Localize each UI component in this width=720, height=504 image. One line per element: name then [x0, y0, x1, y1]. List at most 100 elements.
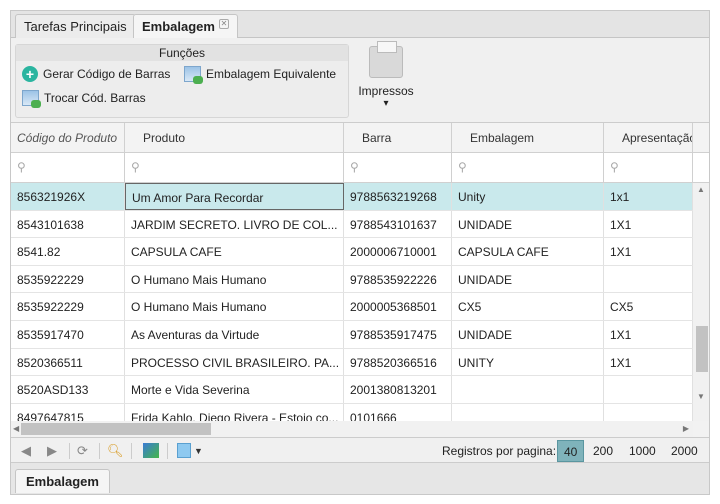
table-row[interactable]: 8535922229 O Humano Mais Humano 9788535922…	[11, 265, 709, 294]
table-row[interactable]: 8543101638 JARDIM SECRETO. LIVRO DE COL..…	[11, 210, 709, 239]
cell-apresentacao[interactable]: 1X1	[604, 238, 693, 265]
column-header-embalagem[interactable]: Embalagem	[452, 123, 604, 152]
cell-codigo[interactable]: 8541.82	[11, 238, 125, 265]
pager: ◀ ▶ ⟳ 🔍︎ ▼ Registros por pagina: 40 200 …	[11, 437, 709, 463]
cell-apresentacao[interactable]: 1X1	[604, 348, 693, 376]
cell-codigo[interactable]: 8535922229	[11, 293, 125, 320]
prev-page-icon[interactable]: ◀	[21, 443, 31, 459]
filter-codigo-input[interactable]: ⚲	[11, 153, 125, 182]
prints-button[interactable]: Impressos ▾	[356, 41, 416, 109]
main-window: Tarefas Principais Embalagem ✕ Funções + G…	[10, 10, 710, 495]
cell-produto[interactable]: CAPSULA CAFE	[125, 238, 344, 265]
cell-embalagem[interactable]	[452, 403, 604, 421]
zoom-icon[interactable]: 🔍︎	[107, 443, 124, 459]
cell-barra[interactable]: 2000006710001	[344, 238, 452, 265]
cell-apresentacao[interactable]	[604, 376, 693, 403]
filter-produto-input[interactable]: ⚲	[125, 153, 344, 182]
cell-barra[interactable]: 2000005368501	[344, 293, 452, 320]
cell-produto[interactable]: Um Amor Para Recordar	[125, 183, 344, 210]
column-header-codigo[interactable]: Código do Produto	[11, 123, 125, 152]
button-label: Impressos	[358, 84, 414, 98]
filter-row: ⚲ ⚲ ⚲ ⚲ ⚲	[11, 153, 709, 183]
filter-barra-input[interactable]: ⚲	[344, 153, 452, 182]
table-row[interactable]: 856321926X Um Amor Para Recordar 978856321…	[11, 183, 709, 211]
cell-barra[interactable]: 9788535917475	[344, 320, 452, 348]
cell-embalagem[interactable]: Unity	[452, 183, 604, 210]
cell-produto[interactable]: O Humano Mais Humano	[125, 265, 344, 293]
column-header-apresentacao[interactable]: Apresentação	[604, 123, 693, 152]
plus-icon: +	[22, 66, 38, 82]
equivalent-packaging-button[interactable]: Embalagem Equivalente	[184, 66, 337, 84]
generate-barcode-button[interactable]: + Gerar Código de Barras	[22, 66, 170, 82]
bottom-tab-embalagem[interactable]: Embalagem	[15, 469, 110, 493]
cell-codigo[interactable]: 8543101638	[11, 210, 125, 238]
cell-produto[interactable]: Morte e Vida Severina	[125, 376, 344, 403]
cell-apresentacao[interactable]	[604, 265, 693, 293]
cell-apresentacao[interactable]: 1x1	[604, 183, 693, 210]
cell-codigo[interactable]: 8535922229	[11, 265, 125, 293]
filter-embalagem-input[interactable]: ⚲	[452, 153, 604, 182]
table-row[interactable]: 8520ASD133 Morte e Vida Severina 200138081…	[11, 376, 709, 404]
table-row[interactable]: 8497647815 Frida Kahlo. Diego Rivera - Es…	[11, 403, 709, 421]
scroll-right-icon[interactable]: ▶	[683, 424, 689, 433]
cell-barra[interactable]: 9788543101637	[344, 210, 452, 238]
column-header-produto[interactable]: Produto	[125, 123, 344, 152]
column-header-barra[interactable]: Barra	[344, 123, 452, 152]
cell-embalagem[interactable]: UNIDADE	[452, 320, 604, 348]
cell-produto[interactable]: O Humano Mais Humano	[125, 293, 344, 320]
cell-produto[interactable]: Frida Kahlo. Diego Rivera - Estojo co...	[125, 403, 344, 421]
cell-apresentacao[interactable]: 1X1	[604, 320, 693, 348]
close-icon[interactable]: ✕	[218, 19, 229, 29]
chart-icon[interactable]	[143, 443, 159, 458]
page-size-1000[interactable]: 1000	[623, 440, 662, 462]
search-icon: ⚲	[131, 160, 140, 174]
tab-embalagem[interactable]: Embalagem ✕	[133, 14, 238, 39]
vertical-scrollbar[interactable]: ▲ ▼	[693, 183, 709, 421]
cell-produto[interactable]: JARDIM SECRETO. LIVRO DE COL...	[125, 210, 344, 238]
cell-embalagem[interactable]: UNIDADE	[452, 210, 604, 238]
page-size-200[interactable]: 200	[587, 440, 619, 462]
refresh-icon[interactable]: ⟳	[77, 443, 88, 459]
cell-apresentacao[interactable]	[604, 403, 693, 421]
scroll-thumb[interactable]	[696, 326, 708, 372]
scroll-left-icon[interactable]: ◀	[13, 424, 19, 433]
cell-apresentacao[interactable]: 1X1	[604, 210, 693, 238]
cell-barra[interactable]: 0101666	[344, 403, 452, 421]
cell-embalagem[interactable]	[452, 376, 604, 403]
cell-embalagem[interactable]: CAPSULA CAFE	[452, 238, 604, 265]
scroll-down-icon[interactable]: ▼	[697, 392, 705, 401]
cell-barra[interactable]: 9788535922226	[344, 265, 452, 293]
filter-apresentacao-input[interactable]: ⚲	[604, 153, 693, 182]
export-icon[interactable]	[177, 443, 191, 458]
cell-embalagem[interactable]: CX5	[452, 293, 604, 320]
cell-codigo[interactable]: 8535917470	[11, 320, 125, 348]
cell-produto[interactable]: PROCESSO CIVIL BRASILEIRO. PA...	[125, 348, 344, 376]
cell-codigo[interactable]: 8497647815	[11, 403, 125, 421]
next-page-icon[interactable]: ▶	[47, 443, 57, 459]
cell-apresentacao[interactable]: CX5	[604, 293, 693, 320]
horizontal-scrollbar[interactable]: ◀ ▶	[11, 421, 693, 437]
cell-barra[interactable]: 2001380813201	[344, 376, 452, 403]
page-size-2000[interactable]: 2000	[665, 440, 704, 462]
scroll-up-icon[interactable]: ▲	[697, 185, 705, 194]
cell-barra[interactable]: 9788563219268	[344, 183, 452, 210]
cell-barra[interactable]: 9788520366516	[344, 348, 452, 376]
cell-embalagem[interactable]: UNITY	[452, 348, 604, 376]
bottom-tab-strip: Embalagem	[11, 463, 709, 494]
scroll-thumb[interactable]	[21, 423, 211, 435]
cell-codigo[interactable]: 8520ASD133	[11, 376, 125, 403]
cell-embalagem[interactable]: UNIDADE	[452, 265, 604, 293]
table-row[interactable]: 8541.82 CAPSULA CAFE 2000006710001 CAPSULA …	[11, 238, 709, 266]
grid-body: 856321926X Um Amor Para Recordar 978856321…	[11, 183, 709, 421]
swap-barcode-button[interactable]: Trocar Cód. Barras	[22, 90, 146, 108]
cell-codigo[interactable]: 8520366511	[11, 348, 125, 376]
table-row[interactable]: 8535917470 As Aventuras da Virtude 9788535…	[11, 320, 709, 349]
tab-tarefas-principais[interactable]: Tarefas Principais	[15, 14, 136, 38]
chevron-down-icon[interactable]: ▼	[194, 446, 203, 456]
page-size-40[interactable]: 40	[557, 440, 585, 462]
cell-codigo[interactable]: 856321926X	[11, 183, 125, 210]
table-row[interactable]: 8535922229 O Humano Mais Humano 2000005368…	[11, 293, 709, 321]
cell-produto[interactable]: As Aventuras da Virtude	[125, 320, 344, 348]
button-label: Embalagem Equivalente	[206, 67, 337, 81]
table-row[interactable]: 8520366511 PROCESSO CIVIL BRASILEIRO. PA.…	[11, 348, 709, 377]
